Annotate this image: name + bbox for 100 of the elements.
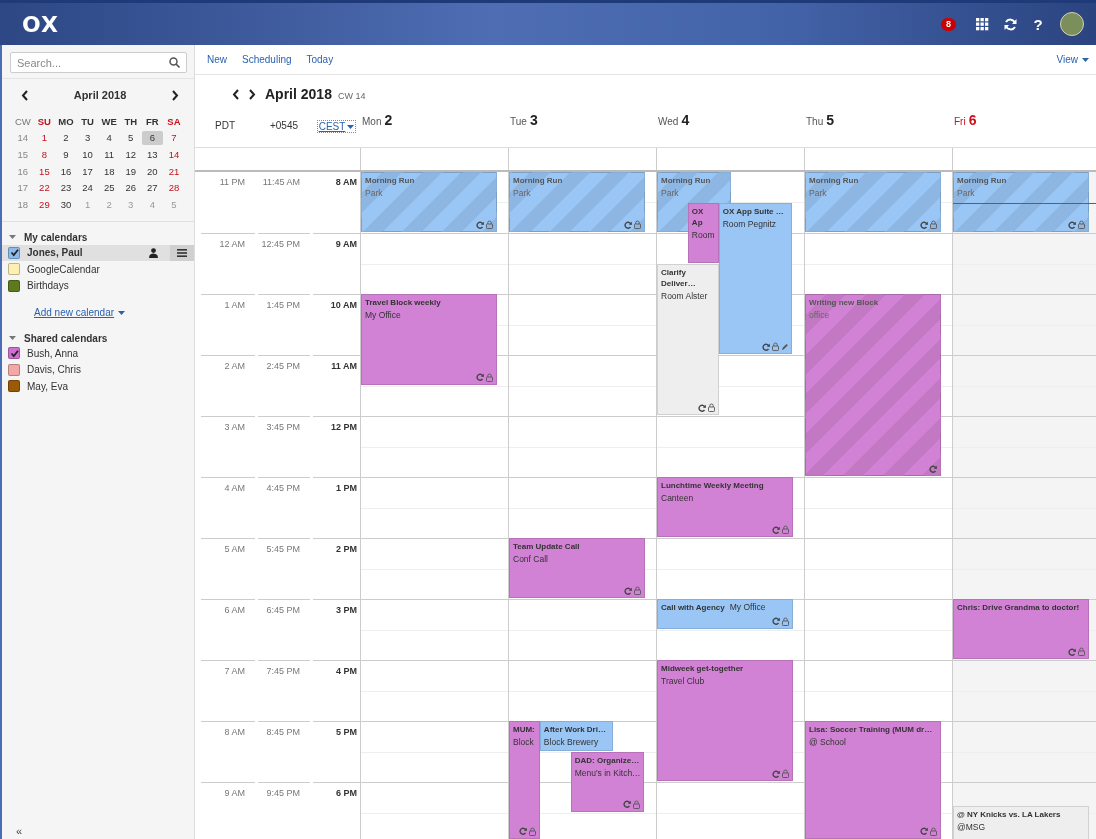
date-cell[interactable]: 22 — [33, 179, 56, 196]
calendar-item[interactable]: Bush, Anna — [2, 345, 194, 362]
calendar-item[interactable]: Davis, Chris — [2, 361, 194, 379]
date-cell[interactable]: 27 — [141, 179, 164, 196]
calendar-checkbox[interactable] — [8, 263, 20, 276]
calendar-item[interactable]: GoogleCalendar — [2, 261, 194, 278]
date-cell[interactable]: 19 — [119, 162, 142, 180]
date-cell[interactable]: 8 — [33, 146, 56, 163]
calendar-event[interactable]: Morning Run Park — [361, 172, 497, 232]
date-cell[interactable]: 26 — [119, 179, 142, 196]
date-cell[interactable]: 14 — [163, 146, 185, 163]
calendar-event[interactable]: Lisa: Soccer Training (MUM dr… @ School — [805, 721, 941, 839]
day-column[interactable]: Morning Run Park Team Update Call Conf Call MUM: Block After Work Dri… Block Brewery DAD: Organize… Menu's in Kitch… — [508, 172, 656, 839]
date-cell[interactable]: 21 — [163, 162, 185, 180]
weekday-label: MO — [57, 114, 75, 129]
date-cell[interactable]: 30 — [55, 195, 77, 213]
section-header[interactable]: My calendars — [2, 230, 194, 245]
calendar-checkbox[interactable] — [8, 347, 20, 360]
event-location: Park — [513, 188, 532, 199]
notification-badge[interactable]: 8 — [941, 17, 956, 31]
event-title: Morning Run — [957, 175, 1008, 186]
calendar-event[interactable]: Morning Run Park — [509, 172, 645, 232]
section-header[interactable]: Shared calendars — [2, 331, 194, 346]
day-column[interactable]: Morning Run Park Chris: Drive Grandma to doctor! @ NY Knicks vs. LA Lakers @MSG — [952, 172, 1096, 839]
calendar-event[interactable]: OX Ap Room — [687, 202, 719, 263]
calendar-event[interactable]: Morning Run Park — [953, 172, 1089, 232]
calendar-event[interactable]: After Work Dri… Block Brewery — [539, 721, 614, 751]
day-column[interactable]: Morning Run Park Writing new Block office Lisa: Soccer Training (MUM dr… @ School — [804, 172, 952, 839]
calendar-event[interactable]: MUM: Block — [509, 721, 540, 839]
date-cell[interactable]: 28 — [163, 179, 185, 196]
calendar-item[interactable]: Jones, Paul — [2, 244, 194, 262]
date-cell[interactable]: 2 — [55, 129, 77, 147]
search-field[interactable]: Search... — [10, 52, 187, 73]
date-cell[interactable]: 29 — [33, 195, 56, 213]
date-cell[interactable]: 17 — [76, 162, 99, 180]
calendar-event[interactable]: Lunchtime Weekly Meeting Canteen — [657, 477, 793, 537]
calendar-name: GoogleCalendar — [27, 263, 101, 275]
date-cell[interactable]: 5 — [119, 129, 142, 147]
time-label: 5:45 PM — [258, 538, 310, 599]
calendar-name: Jones, Paul — [27, 247, 84, 259]
time-label: 1 AM — [201, 294, 255, 355]
help-button[interactable]: ? — [1028, 14, 1048, 34]
date-cell[interactable]: 24 — [76, 179, 99, 196]
calendar-checkbox[interactable] — [8, 246, 20, 259]
calendar-event[interactable]: DAD: Organize… Menu's in Kitch… — [570, 751, 645, 812]
calendar-event[interactable]: OX App Suite … Room Pegnitz — [718, 202, 793, 354]
grid-icon — [975, 17, 989, 31]
calendar-item[interactable]: May, Eva — [2, 378, 194, 395]
date-cell[interactable]: 16 — [55, 162, 77, 180]
calendar-event[interactable]: Travel Block weekly My Office — [361, 294, 497, 385]
calendar-checkbox[interactable] — [8, 380, 20, 393]
calendar-item[interactable]: Birthdays — [2, 277, 194, 295]
add-calendar-link[interactable]: Add new calendar — [34, 307, 194, 319]
day-header[interactable]: Wed 4 — [656, 112, 690, 133]
calendar-event[interactable]: Morning Run Park — [805, 172, 941, 232]
calendar-checkbox[interactable] — [8, 279, 20, 292]
time-label: 11:45 AM — [261, 176, 301, 189]
calendar-menu-button[interactable] — [170, 244, 194, 262]
calendar-event[interactable]: Chris: Drive Grandma to doctor! — [953, 599, 1089, 659]
day-column[interactable]: Morning Run Park Travel Block weekly My Office — [360, 172, 508, 839]
day-header[interactable]: Tue 3 — [508, 112, 538, 133]
date-cell[interactable]: 11 — [98, 146, 120, 163]
date-cell[interactable]: 13 — [141, 146, 164, 163]
avatar[interactable] — [1060, 12, 1084, 36]
calendar-event[interactable]: Clarify Deliver… Room Alster — [657, 263, 719, 415]
event-location: My Office — [365, 310, 402, 321]
view-dropdown[interactable]: View — [1056, 54, 1089, 65]
date-cell[interactable]: 10 — [76, 146, 99, 163]
date-cell[interactable]: 9 — [55, 146, 77, 163]
date-cell[interactable]: 7 — [163, 129, 185, 147]
calendar-checkbox[interactable] — [8, 363, 20, 376]
time-label: 9:45 PM — [258, 782, 310, 839]
time-label: 6 AM — [201, 599, 255, 660]
calendar-name: May, Eva — [27, 380, 69, 392]
event-title: Morning Run — [513, 175, 564, 186]
date-cell[interactable]: 6 — [141, 130, 164, 146]
date-cell[interactable]: 1 — [33, 129, 56, 147]
date-cell[interactable]: 4 — [98, 129, 120, 147]
day-header[interactable]: Mon 2 — [360, 112, 393, 133]
toolbar-link[interactable]: Scheduling — [242, 54, 292, 65]
timezone-dropdown[interactable]: CEST — [316, 120, 357, 133]
date-cell[interactable]: 3 — [76, 129, 99, 147]
event-location: My Office — [729, 602, 766, 613]
date-cell[interactable]: 15 — [33, 162, 56, 180]
day-column[interactable]: Morning Run Park OX Ap Room OX App Suite … Room Pegnitz Clarify Deliver… Room Alster Lunchtime Weekly Meeting Canteen Call with Agency My Office Midweek get-together Travel Club — [656, 172, 804, 839]
date-cell[interactable]: 20 — [141, 162, 164, 180]
date-cell[interactable]: 25 — [98, 179, 120, 196]
day-header[interactable]: Thu 5 — [804, 112, 835, 133]
date-cell[interactable]: 23 — [55, 179, 77, 196]
calendar-event[interactable]: Team Update Call Conf Call — [509, 538, 645, 598]
calendar-event[interactable]: @ NY Knicks vs. LA Lakers @MSG — [953, 806, 1089, 839]
day-header[interactable]: Fri 6 — [952, 112, 977, 133]
toolbar-link[interactable]: New — [207, 54, 227, 65]
date-cell[interactable]: 12 — [119, 146, 142, 163]
toolbar-link[interactable]: Today — [306, 54, 334, 65]
calendar-event[interactable]: Midweek get-together Travel Club — [657, 660, 793, 781]
time-label: 9 AM — [201, 782, 255, 839]
date-cell[interactable]: 18 — [98, 162, 120, 180]
collapse-sidebar-button[interactable]: « — [16, 825, 23, 837]
calendar-event[interactable]: Call with Agency My Office — [657, 599, 793, 629]
